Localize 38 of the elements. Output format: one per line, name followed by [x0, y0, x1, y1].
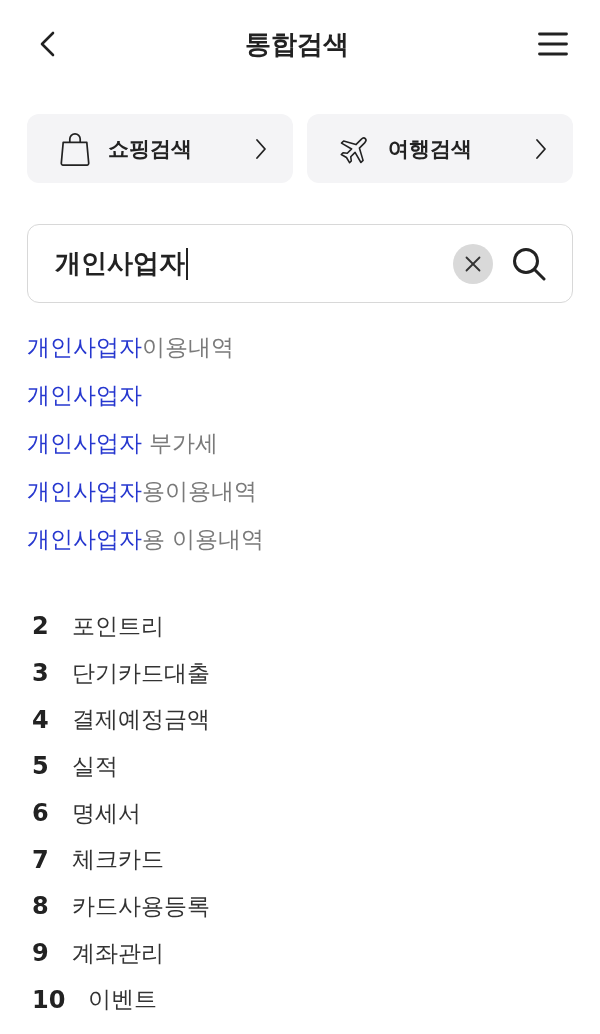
popular-search-term[interactable]: 카드사용등록: [71, 890, 210, 922]
close-icon: [453, 243, 493, 284]
rank-number: 6: [32, 799, 49, 828]
rank-number: 3: [32, 659, 49, 688]
shopping-bag-icon: [59, 131, 91, 166]
search-suggestion[interactable]: 개인사업자용이용내역: [27, 467, 257, 515]
popular-search-term[interactable]: 계좌관리: [71, 937, 164, 969]
popular-search-term[interactable]: 실적: [71, 750, 118, 782]
shortcut-button[interactable]: 여행검색: [307, 114, 573, 183]
rank-number: 7: [32, 845, 49, 874]
search-suggestion[interactable]: 개인사업자용 이용내역: [27, 515, 265, 563]
rank-number: 8: [32, 892, 49, 921]
chevron-right-icon: [255, 137, 267, 160]
search-suggestion[interactable]: 개인사업자이용내역: [27, 323, 234, 371]
page-title: 통합검색: [244, 27, 349, 61]
back-icon: [39, 31, 55, 57]
popular-search-term[interactable]: 명세서: [71, 797, 141, 829]
rank-number: 5: [32, 752, 49, 781]
back-button[interactable]: [39, 31, 55, 57]
menu-button[interactable]: [538, 32, 568, 56]
search-suggestion[interactable]: 개인사업자: [27, 371, 142, 419]
rank-number: 2: [32, 612, 49, 641]
popular-search-term[interactable]: 체크카드: [71, 844, 164, 876]
popular-search-term[interactable]: 결제예정금액: [71, 704, 210, 736]
popular-search-term[interactable]: 포인트리: [71, 610, 164, 642]
search-suggestion[interactable]: 개인사업자 부가세: [27, 419, 219, 467]
rank-number: 4: [32, 705, 49, 734]
search-button[interactable]: [512, 246, 546, 281]
rank-number: 9: [32, 939, 49, 968]
search-field[interactable]: 개인사업자: [27, 224, 573, 303]
chevron-right-icon: [535, 137, 547, 160]
clear-button[interactable]: [453, 243, 493, 284]
shortcut-button[interactable]: 쇼핑검색: [27, 114, 293, 183]
rank-number: 10: [32, 985, 66, 1014]
popular-search-term[interactable]: 단기카드대출: [71, 657, 210, 689]
menu-icon: [538, 32, 568, 56]
popular-search-term[interactable]: 이벤트: [88, 984, 158, 1016]
search-icon: [512, 246, 546, 281]
